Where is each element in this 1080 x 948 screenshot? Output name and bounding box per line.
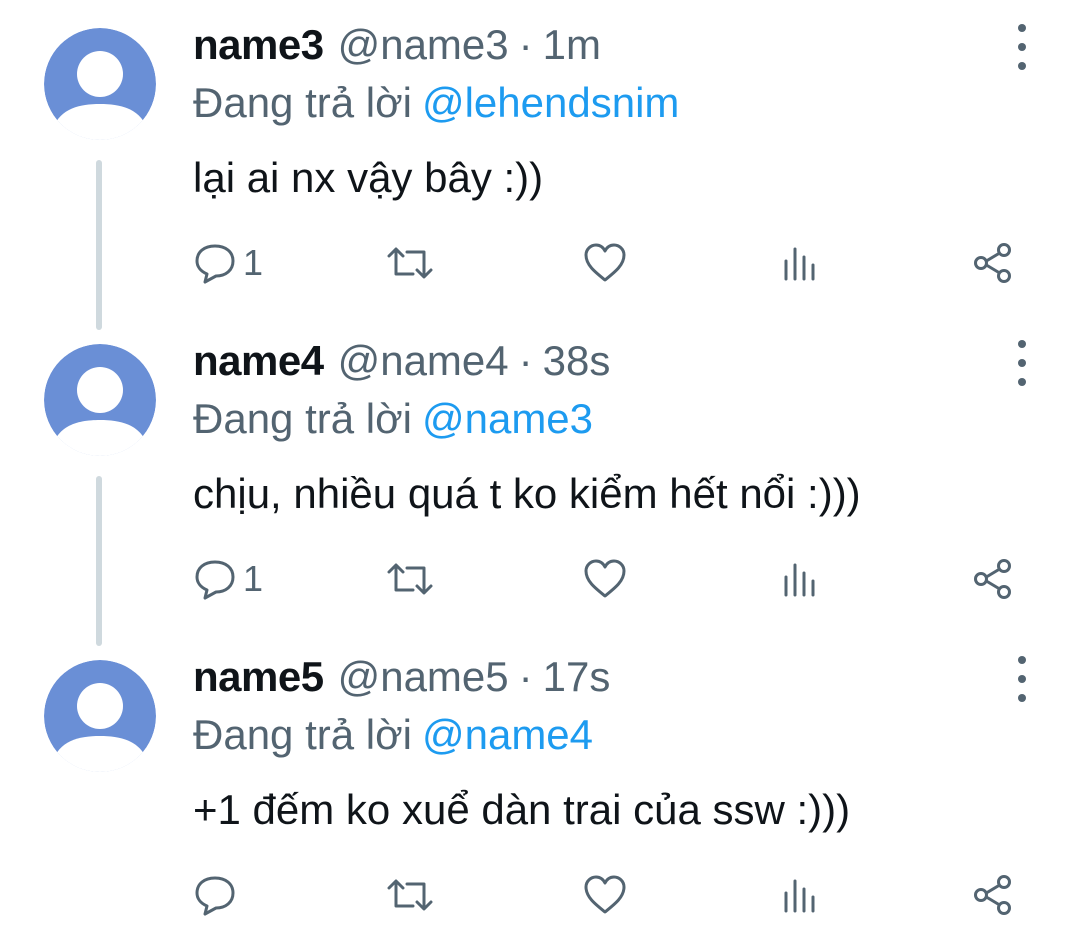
replying-to-label: Đang trả lời [193,79,412,126]
display-name[interactable]: name5 [193,650,324,704]
mention-link[interactable]: @lehendsnim [422,79,679,126]
tweet[interactable]: name3 @name3 · 1m Đang trả lời @lehendsni… [0,0,1080,330]
avatar[interactable] [44,660,156,772]
like-button[interactable] [583,870,627,920]
separator-dot: · [518,653,533,700]
reply-icon [195,560,235,600]
retweet-button[interactable] [385,870,435,920]
share-button[interactable] [971,554,1015,604]
views-icon [784,879,815,913]
replying-to: Đang trả lời @name3 [193,392,593,446]
default-avatar-icon [44,28,156,140]
more-icon [1018,24,1026,32]
tweet-header: name5 @name5 · 17s [193,650,610,704]
default-avatar-icon [44,660,156,772]
display-name[interactable]: name3 [193,18,324,72]
more-icon [1018,340,1026,348]
tweet-text: +1 đếm ko xuể dàn trai của ssw :))) [193,786,851,833]
more-button[interactable] [1008,340,1036,386]
reply-button[interactable] [193,870,243,920]
timestamp[interactable]: 1m [543,18,601,72]
retweet-icon [387,879,433,911]
replying-to: Đang trả lời @name4 [193,708,593,762]
tweet-header: name4 @name4 · 38s [193,334,610,388]
mention-link[interactable]: @name3 [422,395,593,442]
tweet-text: lại ai nx vậy bây :)) [193,154,544,201]
more-button[interactable] [1008,24,1036,70]
tweet[interactable]: name5 @name5 · 17s Đang trả lời @name4 +1… [0,632,1080,948]
avatar[interactable] [44,344,156,456]
retweet-icon [387,247,433,279]
views-button[interactable] [778,554,822,604]
views-button[interactable] [778,238,822,288]
retweet-icon [387,563,433,595]
display-name[interactable]: name4 [193,334,324,388]
reply-icon [195,876,235,916]
user-handle[interactable]: @name5 [338,650,509,704]
heart-icon [584,243,626,282]
heart-icon [584,875,626,914]
avatar[interactable] [44,28,156,140]
views-icon [784,563,815,597]
replying-to-label: Đang trả lời [193,711,412,758]
thread-line [96,160,102,330]
timestamp[interactable]: 17s [543,650,611,704]
tweet-actions: 1 [193,554,1023,604]
tweet[interactable]: name4 @name4 · 38s Đang trả lời @name3 ch… [0,316,1080,646]
replying-to: Đang trả lời @lehendsnim [193,76,679,130]
tweet-header: name3 @name3 · 1m [193,18,601,72]
views-button[interactable] [778,870,822,920]
like-button[interactable] [583,554,627,604]
share-icon [974,559,1011,599]
share-icon [974,243,1011,283]
reply-icon [195,244,235,284]
heart-icon [584,559,626,598]
retweet-button[interactable] [385,554,435,604]
more-button[interactable] [1008,656,1036,702]
separator-dot: · [518,337,533,384]
retweet-button[interactable] [385,238,435,288]
user-handle[interactable]: @name4 [338,334,509,388]
share-button[interactable] [971,870,1015,920]
timestamp[interactable]: 38s [543,334,611,388]
separator-dot: · [518,21,533,68]
tweet-actions: 1 [193,238,1023,288]
more-icon [1018,656,1026,664]
tweet-text: chịu, nhiều quá t ko kiểm hết nổi :))) [193,470,861,517]
share-icon [974,875,1011,915]
reply-button[interactable]: 1 [193,554,263,604]
reply-button[interactable]: 1 [193,238,263,288]
reply-count: 1 [243,242,264,283]
share-button[interactable] [971,238,1015,288]
like-button[interactable] [583,238,627,288]
user-handle[interactable]: @name3 [338,18,509,72]
thread-line [96,476,102,646]
views-icon [784,247,815,281]
mention-link[interactable]: @name4 [422,711,593,758]
default-avatar-icon [44,344,156,456]
replying-to-label: Đang trả lời [193,395,412,442]
reply-count: 1 [243,558,264,599]
tweet-actions [193,870,1023,920]
